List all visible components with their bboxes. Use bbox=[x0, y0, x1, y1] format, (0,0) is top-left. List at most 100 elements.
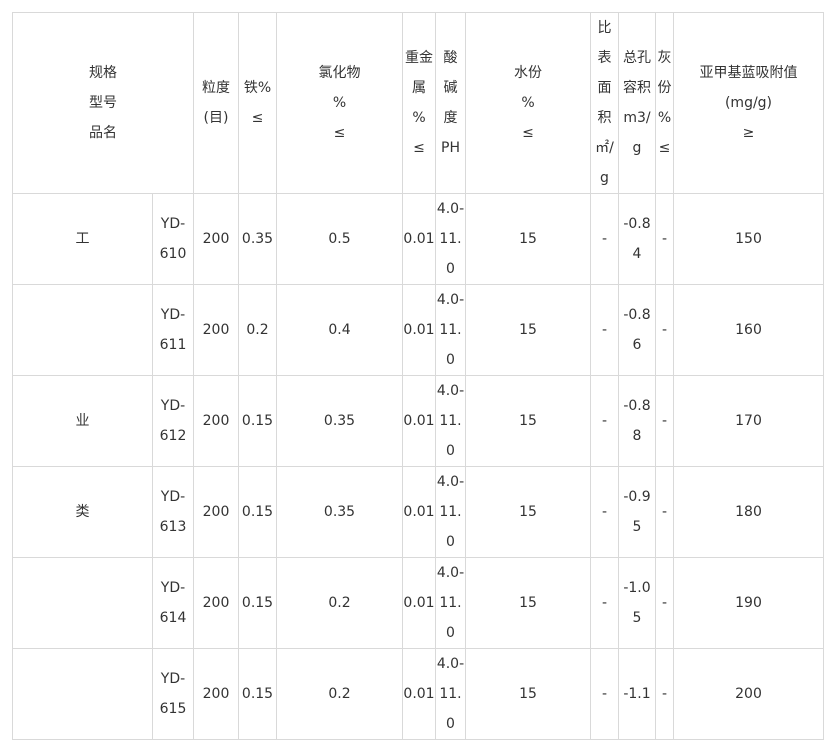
category-cell: 类 bbox=[12, 466, 153, 558]
particle-cell: 200 bbox=[193, 466, 239, 558]
ash-cell: - bbox=[655, 375, 674, 467]
heavy-metal-cell: 0.01 bbox=[402, 557, 436, 649]
moisture-cell: 15 bbox=[465, 557, 591, 649]
ph-cell: 4.0- 11.0 bbox=[435, 557, 466, 649]
header-ash-line-1: 灰 bbox=[657, 50, 672, 66]
header-ph-line-4: PH bbox=[441, 140, 460, 156]
methylene-blue-cell: 160 bbox=[673, 284, 824, 376]
pore-volume-cell: -1.1 bbox=[618, 648, 656, 740]
ph-low: 4.0- bbox=[436, 383, 465, 399]
particle-cell: 200 bbox=[193, 284, 239, 376]
heavy-metal-cell: 0.01 bbox=[402, 648, 436, 740]
model-number: 615 bbox=[159, 701, 187, 717]
header-heavy-metal-line-3: % bbox=[412, 110, 426, 126]
ph-low: 4.0- bbox=[436, 292, 465, 308]
table-row: YD- 611 200 0.2 0.4 0.01 4.0- 11.0 15 - … bbox=[12, 284, 824, 376]
iron-cell: 0.35 bbox=[238, 193, 277, 285]
heavy-metal-cell: 0.01 bbox=[402, 466, 436, 558]
surface-area-cell: - bbox=[590, 557, 619, 649]
surface-area-cell: - bbox=[590, 648, 619, 740]
header-chloride-line-1: 氯化物 bbox=[318, 65, 361, 81]
model-cell: YD- 613 bbox=[152, 466, 194, 558]
moisture-cell: 15 bbox=[465, 284, 591, 376]
ph-cell: 4.0- 11.0 bbox=[435, 284, 466, 376]
particle-cell: 200 bbox=[193, 375, 239, 467]
ph-low: 4.0- bbox=[436, 656, 465, 672]
ph-high: 11.0 bbox=[439, 322, 462, 368]
header-methylene-blue-line-3: ≥ bbox=[742, 125, 755, 141]
iron-cell: 0.2 bbox=[238, 284, 277, 376]
header-chloride-line-3: ≤ bbox=[333, 125, 346, 141]
chloride-cell: 0.35 bbox=[276, 466, 403, 558]
header-pore-volume: 总孔 容积 m3/g bbox=[618, 12, 656, 194]
table-row: 类 YD- 613 200 0.15 0.35 0.01 4.0- 11.0 1… bbox=[12, 466, 824, 558]
model-number: 611 bbox=[159, 337, 187, 353]
pore-volume-cell: -0.84 bbox=[618, 193, 656, 285]
header-particle: 粒度 (目) bbox=[193, 12, 239, 194]
header-ash-line-2: 份 bbox=[657, 80, 672, 96]
header-pore-volume-line-3: m3/g bbox=[623, 110, 651, 156]
ph-high: 11.0 bbox=[439, 413, 462, 459]
header-ph-line-2: 碱 bbox=[443, 80, 458, 96]
model-prefix: YD- bbox=[160, 307, 186, 323]
ash-cell: - bbox=[655, 284, 674, 376]
header-ash-line-3: % bbox=[657, 110, 672, 126]
category-cell bbox=[12, 557, 153, 649]
chloride-cell: 0.35 bbox=[276, 375, 403, 467]
header-ash: 灰 份 % ≤ bbox=[655, 12, 674, 194]
header-particle-line-1: 粒度 bbox=[202, 80, 230, 96]
model-number: 614 bbox=[159, 610, 187, 626]
header-ph-line-3: 度 bbox=[443, 110, 458, 126]
model-number: 610 bbox=[159, 246, 187, 262]
ph-high: 11.0 bbox=[439, 504, 462, 550]
model-prefix: YD- bbox=[160, 580, 186, 596]
methylene-blue-cell: 180 bbox=[673, 466, 824, 558]
methylene-blue-cell: 150 bbox=[673, 193, 824, 285]
surface-area-cell: - bbox=[590, 284, 619, 376]
category-cell bbox=[12, 284, 153, 376]
iron-cell: 0.15 bbox=[238, 466, 277, 558]
header-spec-line-1: 规格 bbox=[89, 65, 117, 81]
iron-cell: 0.15 bbox=[238, 557, 277, 649]
header-moisture-line-3: ≤ bbox=[522, 125, 534, 141]
header-surface-area-line-4: 积 bbox=[597, 110, 612, 126]
product-spec-table: 规格 型号 品名 粒度 (目) 铁%≤ 氯化物 % ≤ 重金 属 % ≤ 酸 碱… bbox=[12, 12, 824, 740]
ph-low: 4.0- bbox=[436, 565, 465, 581]
surface-area-cell: - bbox=[590, 375, 619, 467]
chloride-cell: 0.2 bbox=[276, 648, 403, 740]
heavy-metal-cell: 0.01 bbox=[402, 284, 436, 376]
methylene-blue-cell: 170 bbox=[673, 375, 824, 467]
category-cell: 业 bbox=[12, 375, 153, 467]
header-surface-area: 比 表 面 积 ㎡/g bbox=[590, 12, 619, 194]
model-prefix: YD- bbox=[160, 671, 186, 687]
iron-cell: 0.15 bbox=[238, 648, 277, 740]
model-cell: YD- 611 bbox=[152, 284, 194, 376]
particle-cell: 200 bbox=[193, 557, 239, 649]
header-surface-area-line-5: ㎡/g bbox=[595, 140, 614, 186]
header-moisture-line-1: 水份 bbox=[514, 65, 542, 81]
ph-high: 11.0 bbox=[439, 686, 462, 732]
header-spec-line-2: 型号 bbox=[89, 95, 117, 111]
model-prefix: YD- bbox=[160, 216, 186, 232]
header-surface-area-line-3: 面 bbox=[597, 80, 612, 96]
ash-cell: - bbox=[655, 466, 674, 558]
pore-volume-cell: -0.88 bbox=[618, 375, 656, 467]
ash-cell: - bbox=[655, 557, 674, 649]
ph-cell: 4.0- 11.0 bbox=[435, 466, 466, 558]
table-row: 业 YD- 612 200 0.15 0.35 0.01 4.0- 11.0 1… bbox=[12, 375, 824, 467]
header-iron: 铁%≤ bbox=[238, 12, 277, 194]
model-cell: YD- 614 bbox=[152, 557, 194, 649]
header-ph-line-1: 酸 bbox=[443, 50, 458, 66]
model-prefix: YD- bbox=[160, 398, 186, 414]
model-cell: YD- 612 bbox=[152, 375, 194, 467]
header-ash-line-4: ≤ bbox=[658, 140, 671, 156]
header-methylene-blue-line-2: (mg/g) bbox=[724, 95, 773, 111]
table-row: YD- 615 200 0.15 0.2 0.01 4.0- 11.0 15 -… bbox=[12, 648, 824, 740]
iron-cell: 0.15 bbox=[238, 375, 277, 467]
methylene-blue-cell: 190 bbox=[673, 557, 824, 649]
table-row: YD- 614 200 0.15 0.2 0.01 4.0- 11.0 15 -… bbox=[12, 557, 824, 649]
ph-high: 11.0 bbox=[439, 595, 462, 641]
header-moisture-line-2: % bbox=[521, 95, 535, 111]
chloride-cell: 0.4 bbox=[276, 284, 403, 376]
pore-volume-cell: -1.05 bbox=[618, 557, 656, 649]
